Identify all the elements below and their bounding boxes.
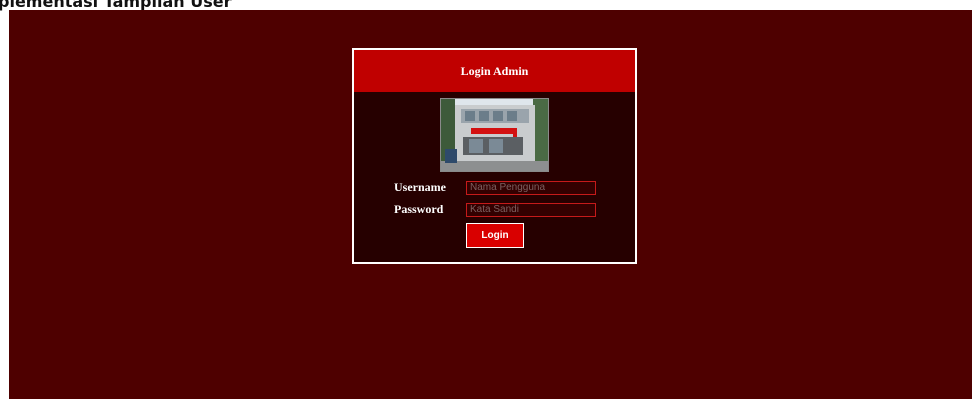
login-title: Login Admin (460, 63, 529, 78)
username-row: Username (394, 180, 596, 195)
app-screen: Login Admin Username Nama Pengguna Passw… (9, 10, 972, 399)
password-input[interactable] (466, 202, 596, 217)
login-header: Login Admin (354, 50, 635, 92)
username-label: Username (394, 180, 446, 194)
login-panel: Login Admin Username Nama Pengguna Passw… (352, 48, 637, 264)
building-photo-image (441, 99, 548, 171)
building-photo (440, 98, 549, 172)
password-row: Password (394, 202, 596, 217)
username-input[interactable] (466, 180, 596, 195)
password-label: Password (394, 202, 444, 216)
login-button[interactable]: Login (466, 223, 524, 248)
